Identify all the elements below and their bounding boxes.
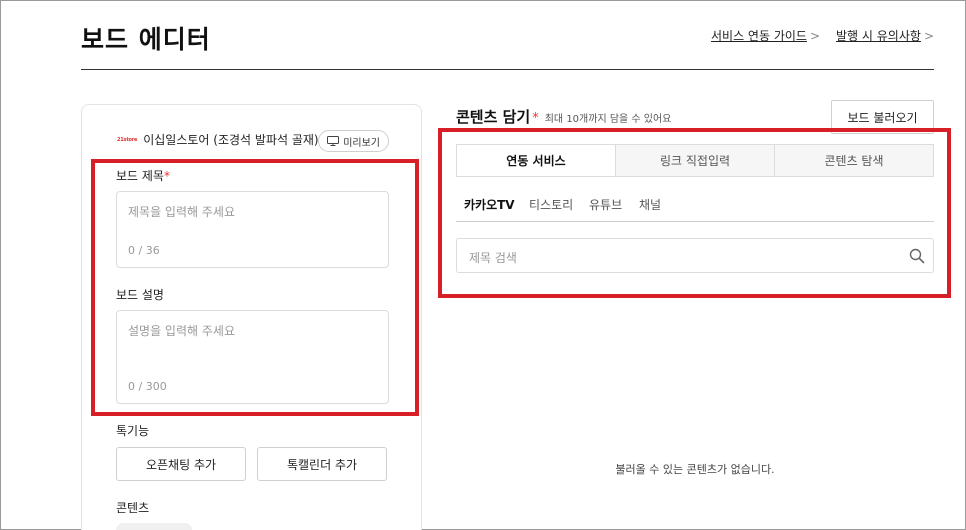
title-search-placeholder: 제목 검색 bbox=[469, 251, 517, 265]
tab-explore-contents[interactable]: 콘텐츠 탐색 bbox=[774, 145, 933, 176]
contents-section-header: 콘텐츠 담기 * 최대 10개까지 담을 수 있어요 bbox=[456, 106, 671, 127]
subtab-youtube[interactable]: 유튜브 bbox=[589, 196, 622, 213]
board-desc-placeholder: 설명을 입력해 주세요 bbox=[128, 324, 235, 338]
board-desc-label: 보드 설명 bbox=[116, 288, 164, 302]
empty-contents-message: 불러올 수 있는 콘텐츠가 없습니다. bbox=[615, 463, 775, 476]
add-talk-calendar-button[interactable]: 톡캘린더 추가 bbox=[257, 447, 387, 481]
load-board-button[interactable]: 보드 불러오기 bbox=[831, 100, 934, 134]
contents-subtitle: 최대 10개까지 담을 수 있어요 bbox=[544, 114, 672, 125]
store-name: 이십일스토어 (조경석 발파석 골재) bbox=[143, 133, 319, 147]
talk-features-label: 톡기능 bbox=[116, 424, 150, 438]
title-search-input[interactable]: 제목 검색 bbox=[456, 238, 934, 273]
publish-notice-link[interactable]: 발행 시 유의사항 > bbox=[836, 27, 934, 44]
header-links: 서비스 연동 가이드 > 발행 시 유의사항 > bbox=[711, 27, 934, 44]
content-item-placeholder bbox=[116, 523, 192, 530]
board-title-label: 보드 제목* bbox=[116, 167, 170, 184]
required-mark: * bbox=[532, 111, 539, 126]
board-title-input[interactable]: 제목을 입력해 주세요 0 / 36 bbox=[116, 191, 389, 268]
board-desc-input[interactable]: 설명을 입력해 주세요 0 / 300 bbox=[116, 310, 389, 404]
preview-label: 미리보기 bbox=[343, 137, 380, 149]
publish-notice-label: 발행 시 유의사항 bbox=[836, 29, 921, 43]
required-mark: * bbox=[163, 169, 170, 183]
tab-direct-link[interactable]: 링크 직접입력 bbox=[615, 145, 774, 176]
service-guide-label: 서비스 연동 가이드 bbox=[711, 29, 807, 43]
contents-label: 콘텐츠 bbox=[116, 501, 150, 515]
service-guide-link[interactable]: 서비스 연동 가이드 > bbox=[711, 27, 820, 44]
board-title-counter: 0 / 36 bbox=[128, 244, 160, 257]
page-title: 보드 에디터 bbox=[81, 25, 211, 54]
add-open-chat-button[interactable]: 오픈채팅 추가 bbox=[116, 447, 246, 481]
subtab-kakaotv[interactable]: 카카오TV bbox=[464, 196, 515, 213]
subtab-tistory[interactable]: 티스토리 bbox=[529, 196, 573, 213]
service-subtabs: 카카오TV 티스토리 유튜브 채널 bbox=[456, 194, 934, 222]
subtab-channel[interactable]: 채널 bbox=[639, 196, 661, 213]
search-icon[interactable] bbox=[909, 248, 925, 264]
source-tabs: 연동 서비스 링크 직접입력 콘텐츠 탐색 bbox=[456, 144, 934, 177]
board-desc-counter: 0 / 300 bbox=[128, 380, 167, 393]
board-title-placeholder: 제목을 입력해 주세요 bbox=[128, 205, 235, 219]
chevron-right-icon: > bbox=[809, 28, 821, 43]
store-info: 21store 이십일스토어 (조경석 발파석 골재) bbox=[117, 131, 319, 148]
store-logo: 21store bbox=[117, 136, 138, 143]
header-divider bbox=[81, 69, 934, 70]
preview-button[interactable]: 미리보기 bbox=[318, 130, 389, 152]
chevron-right-icon: > bbox=[923, 28, 934, 43]
board-editor-panel: 21store 이십일스토어 (조경석 발파석 골재) 미리보기 보드 제목* … bbox=[81, 104, 422, 530]
monitor-icon bbox=[327, 136, 340, 146]
tab-linked-services[interactable]: 연동 서비스 bbox=[457, 145, 615, 176]
board-title-label-text: 보드 제목 bbox=[116, 169, 164, 183]
contents-title: 콘텐츠 담기 bbox=[456, 108, 531, 126]
